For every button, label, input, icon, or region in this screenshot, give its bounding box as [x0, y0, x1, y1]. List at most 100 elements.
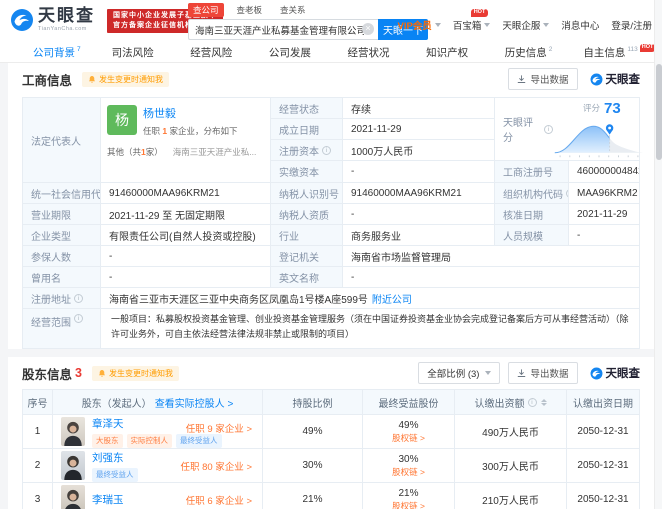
shareholder-photo[interactable] — [61, 417, 85, 446]
field-value: - — [343, 161, 495, 182]
nav-tab-self-info[interactable]: 自主信息113HOT — [583, 42, 662, 62]
menu-enterprise-service[interactable]: 天眼企服 — [502, 18, 549, 32]
ratio-value: 49% — [263, 415, 363, 448]
ratio-value: 30% — [263, 449, 363, 482]
nav-tab-operation-risk[interactable]: 经营风险 — [190, 42, 269, 62]
shareholders-card: 股东信息 3 发生变更时通知我 全部比例 (3) 导出数据 天眼查 — [8, 357, 654, 509]
info-icon[interactable] — [322, 146, 331, 155]
field-value: 商务服务业 — [343, 225, 495, 245]
field-label: 核准日期 — [495, 204, 569, 224]
shareholder-name-link[interactable]: 刘强东 — [92, 450, 138, 465]
shareholder-companies-link[interactable]: 任职 6 家企业 > — [186, 493, 252, 507]
scrollbar-thumb[interactable] — [656, 64, 662, 160]
field-value: MAA96KRM2 — [569, 183, 639, 203]
field-value: 91460000MAA96KRM21 — [101, 183, 271, 203]
date-value: 2050-12-31 — [567, 415, 639, 448]
nav-tab-development[interactable]: 公司发展 — [269, 42, 348, 62]
row-index: 1 — [23, 415, 53, 448]
scrollbar-track[interactable] — [654, 0, 662, 509]
nav-tab-judicial-risk[interactable]: 司法风险 — [112, 42, 191, 62]
nav-tab-intellectual-property[interactable]: 知识产权 — [426, 42, 505, 62]
amount-value: 300万人民币 — [455, 449, 567, 482]
field-label-legal-rep: 法定代表人 — [23, 98, 101, 182]
date-value: 2050-12-31 — [567, 483, 639, 509]
search-area: 查公司 查老板 查关系 × 天眼一下 — [188, 3, 428, 40]
tianyancha-logo[interactable]: 天眼查 TianYanCha.com — [10, 7, 95, 32]
field-label: 人员规模 — [495, 225, 569, 245]
view-controller-link[interactable]: 查看实际控股人 > — [155, 395, 234, 410]
search-tab-relation[interactable]: 查关系 — [275, 3, 311, 17]
clear-search-icon[interactable]: × — [362, 23, 374, 35]
bell-icon — [88, 75, 96, 84]
nav-tab-history[interactable]: 历史信息2 — [505, 42, 584, 62]
info-icon[interactable] — [74, 294, 83, 303]
menu-toolbox[interactable]: HOT百宝箱 — [453, 18, 491, 32]
shareholder-name-link[interactable]: 李瑞玉 — [92, 492, 124, 507]
field-label: 行业 — [271, 225, 343, 245]
info-icon[interactable] — [74, 314, 83, 323]
export-data-button[interactable]: 导出数据 — [508, 362, 577, 384]
info-icon[interactable] — [544, 125, 553, 134]
menu-login[interactable]: 登录/注册 — [611, 18, 652, 32]
nav-tab-background[interactable]: 公司背景7 — [33, 42, 112, 62]
field-label: 企业类型 — [23, 225, 101, 245]
search-input[interactable] — [188, 19, 378, 40]
col-header-ratio: 持股比例 — [263, 390, 363, 414]
field-value: 2021-11-29 至 无固定期限 — [101, 204, 271, 224]
legal-rep-name-link[interactable]: 杨世毅 — [143, 108, 176, 120]
field-value: - — [101, 246, 271, 266]
export-data-button[interactable]: 导出数据 — [508, 68, 577, 90]
notify-change-badge[interactable]: 发生变更时通知我 — [82, 72, 169, 87]
search-tab-boss[interactable]: 查老板 — [232, 3, 268, 17]
shareholder-cell: 章泽天 大股东 实际控制人 最终受益人 任职 9 家企业 > — [53, 415, 263, 448]
field-value: 1000万人民币 — [343, 140, 495, 160]
tag-beneficiary: 最终受益人 — [92, 468, 138, 482]
amount-value: 490万人民币 — [455, 415, 567, 448]
score-bell-curve — [553, 120, 645, 159]
info-icon[interactable] — [528, 398, 537, 407]
field-label: 工商注册号 — [495, 161, 569, 182]
download-icon — [517, 75, 526, 84]
equity-chain-link[interactable]: 股权链 > — [392, 466, 425, 478]
equity-chain-link[interactable]: 股权链 > — [392, 432, 425, 444]
nearby-companies-link[interactable]: 附近公司 — [372, 291, 412, 306]
shareholder-companies-link[interactable]: 任职 80 家企业 > — [180, 459, 252, 473]
legal-rep-avatar[interactable]: 杨 — [107, 105, 137, 135]
menu-messages[interactable]: 消息中心 — [561, 18, 599, 32]
chevron-down-icon — [435, 23, 441, 27]
benefit-cell: 21%股权链 > — [363, 483, 455, 509]
tag-major-shareholder: 大股东 — [92, 434, 123, 448]
menu-toolbox-label: 百宝箱 — [453, 18, 482, 32]
notify-change-badge[interactable]: 发生变更时通知我 — [92, 366, 179, 381]
shareholder-cell: 刘强东 最终受益人 任职 80 家企业 > — [53, 449, 263, 482]
sort-icon[interactable] — [541, 399, 547, 406]
chevron-down-icon — [485, 371, 491, 375]
col-header-amount: 认缴出资额 — [455, 390, 567, 414]
field-label: 实缴资本 — [271, 161, 343, 182]
nav-tab-operation-status[interactable]: 经营状况 — [348, 42, 427, 62]
shareholders-table: 序号 股东（发起人）查看实际控股人 > 持股比例 最终受益股份 认缴出资额 认缴… — [22, 389, 640, 509]
shareholder-photo[interactable] — [61, 451, 85, 480]
equity-chain-link[interactable]: 股权链 > — [392, 500, 425, 509]
row-index: 3 — [23, 483, 53, 509]
tianyancha-company-page: 天眼查 TianYanCha.com 国家中小企业发展子基金旗下 官方备案企业征… — [0, 0, 662, 509]
shareholder-photo[interactable] — [61, 485, 85, 509]
col-header-index: 序号 — [23, 390, 53, 414]
score-label: 天眼评分 — [495, 114, 553, 144]
tag-beneficiary: 最终受益人 — [176, 434, 222, 448]
top-menu: VIP会员 HOT百宝箱 天眼企服 消息中心 登录/注册 — [398, 18, 653, 32]
field-value: 有限责任公司(自然人投资或控股) — [101, 225, 271, 245]
search-tab-company[interactable]: 查公司 — [188, 3, 224, 17]
field-value: - — [343, 267, 639, 287]
tianyancha-score-chart[interactable]: 评分73 — [553, 98, 639, 160]
shareholder-companies-link[interactable]: 任职 9 家企业 > — [186, 421, 252, 435]
logo-text: 天眼查 — [38, 7, 95, 24]
row-index: 2 — [23, 449, 53, 482]
menu-vip[interactable]: VIP会员 — [398, 18, 441, 32]
field-label: 注册地址 — [23, 288, 101, 308]
amount-value: 210万人民币 — [455, 483, 567, 509]
ratio-filter-dropdown[interactable]: 全部比例 (3) — [418, 362, 500, 384]
field-value: 海南省市场监督管理局 — [343, 246, 639, 266]
table-row: 3 李瑞玉 任职 6 家企业 > 21% 21%股权链 > 210万人民币 20… — [23, 482, 639, 509]
benefit-cell: 30%股权链 > — [363, 449, 455, 482]
